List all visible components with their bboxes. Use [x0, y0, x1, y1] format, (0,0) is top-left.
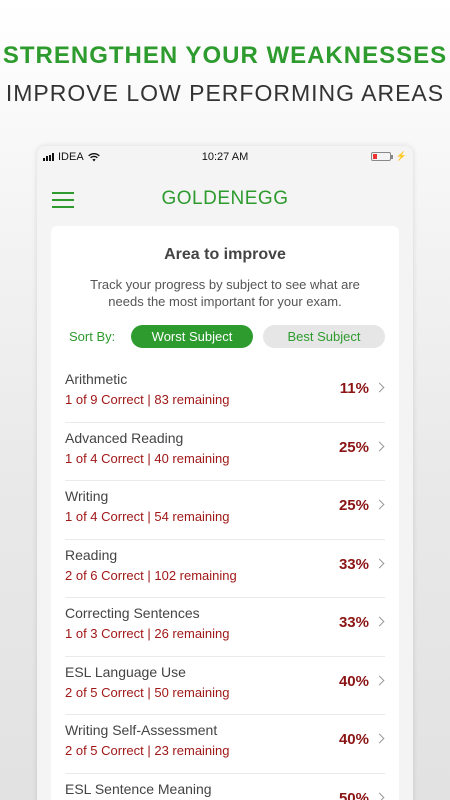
charging-icon: ⚡: [395, 151, 407, 161]
subject-percent: 33%: [338, 555, 369, 573]
chevron-right-icon: [374, 558, 385, 568]
subject-percent: 40%: [338, 731, 369, 748]
subject-name: ESL Sentence Meaning: [65, 780, 212, 797]
app-bar: GOLDENEGG: [37, 168, 413, 226]
subject-name: Arithmetic: [65, 371, 128, 387]
battery-tip: [390, 154, 393, 159]
subject-name: Advanced Reading: [65, 429, 184, 446]
card-description: Track your progress by subject to see wh…: [90, 277, 360, 309]
subject-name: ESL Language Use: [65, 663, 186, 680]
subject-row-writing-self-assessment[interactable]: Writing Self-Assessment 2 of 5 Correct |…: [65, 715, 385, 774]
subject-name: Correcting Sentences: [65, 605, 200, 621]
chevron-right-icon: [374, 675, 385, 685]
sort-row: Sort By: Worst Subject Best Subject: [69, 325, 399, 348]
subject-row-correcting-sentences[interactable]: Correcting Sentences 1 of 3 Correct | 26…: [65, 598, 385, 657]
worst-subject-button[interactable]: Worst Subject: [131, 325, 253, 348]
sort-label: Sort By:: [69, 329, 116, 344]
subject-percent: 25%: [338, 438, 369, 456]
subject-name: Writing Self-Assessment: [65, 722, 218, 738]
subject-percent: 25%: [338, 497, 369, 514]
chevron-right-icon: [374, 616, 385, 627]
subject-stats: 1 of 4 Correct | 54 remaining: [65, 509, 230, 524]
best-subject-button[interactable]: Best Subject: [263, 325, 385, 348]
chevron-right-icon: [374, 499, 385, 510]
subject-stats: 1 of 3 Correct | 26 remaining: [65, 626, 230, 641]
improve-card: Area to improve Track your progress by s…: [51, 226, 399, 800]
subject-stats: 2 of 5 Correct | 23 remaining: [65, 743, 230, 758]
subject-row-advanced-reading[interactable]: Advanced Reading 1 of 4 Correct | 40 rem…: [65, 423, 385, 481]
subject-row-reading[interactable]: Reading 2 of 6 Correct | 102 remaining 3…: [65, 540, 385, 598]
subject-row-writing[interactable]: Writing 1 of 4 Correct | 54 remaining 25…: [65, 481, 385, 540]
chevron-right-icon: [374, 382, 385, 393]
subject-stats: 1 of 9 Correct | 83 remaining: [65, 392, 230, 407]
subject-percent: 11%: [339, 380, 369, 397]
subject-row-esl-language-use[interactable]: ESL Language Use 2 of 5 Correct | 50 rem…: [65, 657, 385, 715]
subject-stats: 1 of 4 Correct | 40 remaining: [65, 450, 230, 466]
subject-list: Arithmetic 1 of 9 Correct | 83 remaining…: [51, 364, 399, 800]
status-time: 10:27 AM: [201, 151, 249, 163]
card-title: Area to improve: [164, 246, 286, 263]
status-right: ⚡: [370, 151, 407, 162]
promo-subheadline: IMPROVE LOW PERFORMING AREAS: [5, 80, 445, 106]
subject-stats: 2 of 5 Correct | 50 remaining: [65, 684, 230, 700]
phone-screen: IDEA 10:27 AM ⚡ GOLDENEGG Area to improv…: [37, 146, 413, 800]
status-bar: IDEA 10:27 AM ⚡: [37, 146, 413, 168]
subject-row-arithmetic[interactable]: Arithmetic 1 of 9 Correct | 83 remaining…: [65, 364, 385, 423]
app-logo: GOLDENEGG: [161, 188, 289, 209]
subject-percent: 40%: [338, 672, 369, 690]
subject-row-esl-sentence-meaning[interactable]: ESL Sentence Meaning 50%: [65, 774, 385, 800]
subject-name: Writing: [65, 488, 109, 504]
subject-stats: 2 of 6 Correct | 102 remaining: [65, 567, 237, 583]
promo-headline: STRENGTHEN YOUR WEAKNESSES: [2, 42, 448, 69]
chevron-right-icon: [374, 733, 385, 744]
chevron-right-icon: [374, 792, 385, 800]
subject-percent: 33%: [338, 614, 369, 631]
subject-name: Reading: [65, 546, 118, 563]
subject-percent: 50%: [338, 789, 369, 800]
battery-icon: [370, 152, 391, 161]
chevron-right-icon: [374, 441, 385, 451]
